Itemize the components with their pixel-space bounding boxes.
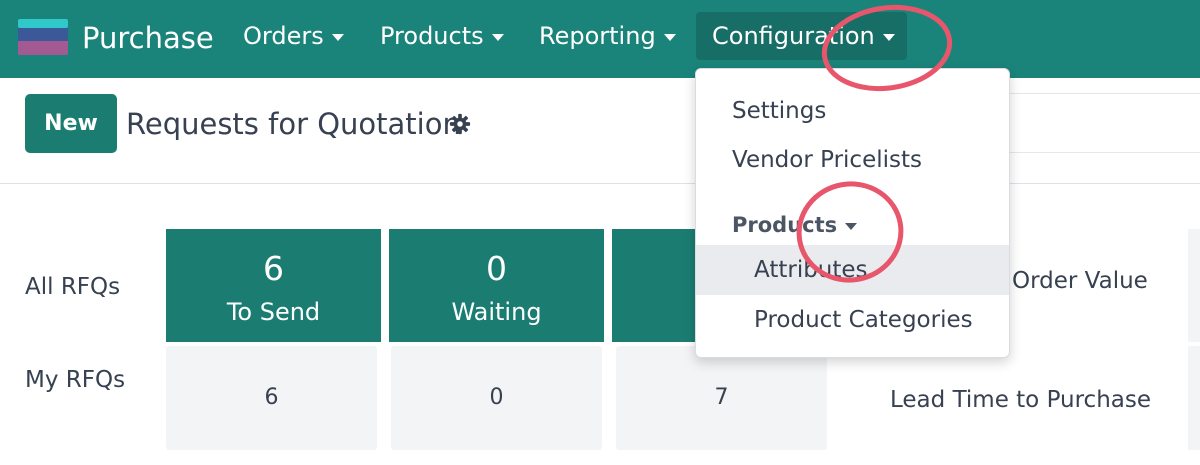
tile-to-send[interactable]: 6 To Send [166, 229, 381, 342]
new-button[interactable]: New [25, 94, 117, 153]
tile-waiting-label: Waiting [451, 298, 542, 326]
nav-menu-configuration[interactable]: Configuration [696, 12, 907, 60]
tile-waiting[interactable]: 0 Waiting [389, 229, 604, 342]
tile-waiting-value: 0 [486, 249, 507, 288]
chevron-down-icon [845, 222, 858, 230]
search-area-border-bottom [1010, 152, 1200, 153]
top-navbar: Purchase Orders Products Reporting Confi… [0, 0, 1200, 78]
page-title: Requests for Quotation [126, 107, 461, 141]
menu-item-vendor-pricelists[interactable]: Vendor Pricelists [696, 135, 1009, 185]
nav-menu-reporting-label: Reporting [539, 22, 656, 50]
my-rfqs-waiting-cell[interactable]: 0 [391, 346, 602, 450]
tile-to-send-value: 6 [263, 249, 284, 288]
tile-to-send-label: To Send [226, 298, 321, 326]
kpi-order-value: Order Value [1012, 268, 1148, 294]
purchase-app-icon[interactable] [18, 19, 68, 55]
menu-item-product-categories[interactable]: Product Categories [696, 295, 1009, 345]
chevron-down-icon [491, 33, 504, 41]
nav-menu-orders-label: Orders [243, 22, 324, 50]
kpi-value-box-top [1188, 229, 1200, 342]
kpi-lead-time: Lead Time to Purchase [890, 387, 1152, 413]
configuration-dropdown-menu: Settings Vendor Pricelists Products Attr… [695, 68, 1010, 358]
nav-menu-products-label: Products [380, 22, 484, 50]
menu-item-settings[interactable]: Settings [696, 86, 1009, 136]
kpi-value-box-bottom [1188, 346, 1200, 450]
nav-menu-reporting[interactable]: Reporting [525, 12, 690, 60]
app-brand-name[interactable]: Purchase [82, 18, 214, 58]
control-panel-divider [0, 183, 1200, 184]
row-label-all-rfqs: All RFQs [25, 274, 121, 300]
nav-menu-orders[interactable]: Orders [229, 12, 358, 60]
chevron-down-icon [663, 33, 676, 41]
menu-section-products-label: Products [732, 213, 838, 237]
menu-item-attributes[interactable]: Attributes [696, 245, 1009, 295]
nav-menu-products[interactable]: Products [366, 12, 518, 60]
row-label-my-rfqs: My RFQs [25, 367, 126, 393]
app-icon-band-bottom [18, 41, 68, 55]
my-rfqs-to-send-cell[interactable]: 6 [166, 346, 377, 450]
chevron-down-icon [331, 33, 344, 41]
menu-section-products[interactable]: Products [696, 200, 1009, 250]
app-icon-band-middle [18, 28, 68, 41]
gear-icon[interactable] [449, 113, 471, 135]
app-icon-band-top [18, 19, 68, 28]
my-rfqs-third-cell[interactable]: 7 [616, 346, 827, 450]
chevron-down-icon [882, 33, 895, 41]
search-area-border-top [1010, 93, 1200, 94]
nav-menu-configuration-label: Configuration [712, 22, 875, 50]
